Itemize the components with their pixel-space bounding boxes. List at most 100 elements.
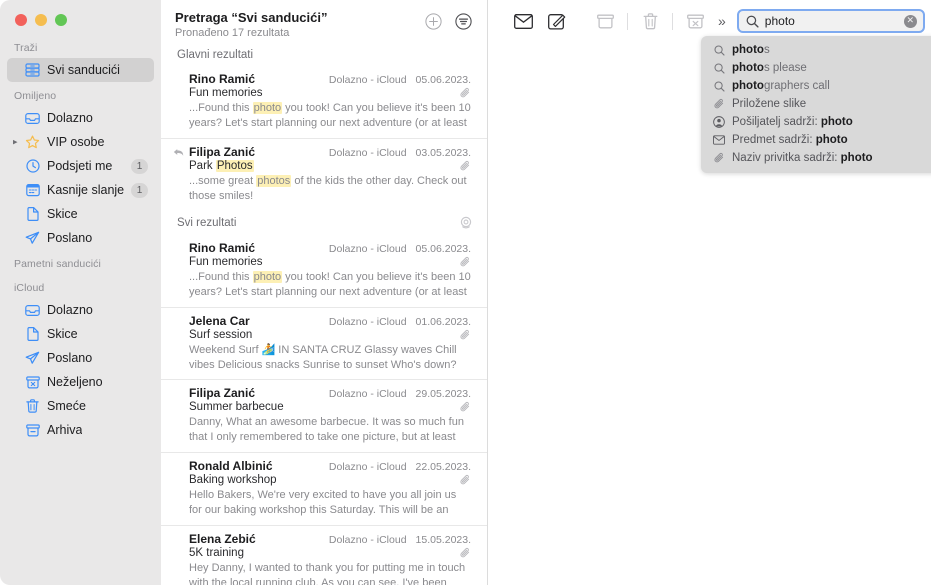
- sidebar-item-label: Smeće: [47, 399, 86, 413]
- sidebar-item-skice[interactable]: Skice: [7, 322, 154, 346]
- calendar-icon: [24, 183, 41, 198]
- message-list[interactable]: Glavni rezultati Rino Ramić Dolazno - iC…: [161, 43, 487, 585]
- message-list-item[interactable]: Ronald Albinić Dolazno - iCloud 22.05.20…: [161, 453, 487, 526]
- message-mailbox: Dolazno - iCloud: [329, 388, 407, 400]
- chevron-right-icon[interactable]: ▸: [13, 138, 18, 147]
- message-preview: ...Found this photo you took! Can you be…: [189, 270, 471, 300]
- message-subject: Park Photos: [189, 160, 456, 172]
- attachment-icon: [460, 329, 471, 341]
- sidebar-section-label: Traži: [0, 34, 161, 58]
- message-date: 01.06.2023.: [416, 316, 471, 328]
- sidebar-section-label: Omiljeno: [0, 82, 161, 106]
- attachment-icon: [460, 401, 471, 413]
- search-input[interactable]: photo ✕: [737, 9, 925, 33]
- message-sender: Filipa Zanić: [189, 145, 329, 159]
- search-suggestion-item[interactable]: Predmet sadrži: photo: [701, 131, 931, 149]
- search-suggestion-item[interactable]: photos please: [701, 59, 931, 77]
- message-preview: Hey Danny, I wanted to thank you for put…: [189, 561, 471, 585]
- trash-icon: [24, 399, 41, 414]
- toolbar-divider: [627, 13, 628, 30]
- minimize-button[interactable]: [35, 14, 47, 26]
- page-title: Pretraga “Svi sanducići”: [175, 10, 413, 26]
- message-sender: Ronald Albinić: [189, 459, 329, 473]
- search-suggestion-item[interactable]: photos: [701, 41, 931, 59]
- sidebar-item-dolazno[interactable]: Dolazno: [7, 298, 154, 322]
- search-input-value[interactable]: photo: [765, 14, 904, 28]
- sidebar-item-dolazno[interactable]: Dolazno: [7, 106, 154, 130]
- message-mailbox: Dolazno - iCloud: [329, 316, 407, 328]
- message-date: 22.05.2023.: [416, 461, 471, 473]
- search-suggestion-item[interactable]: photographers call: [701, 77, 931, 95]
- sent-icon: [24, 231, 41, 246]
- message-list-item[interactable]: Filipa Zanić Dolazno - iCloud 03.05.2023…: [161, 139, 487, 210]
- trash-icon[interactable]: [633, 8, 667, 34]
- clock-icon: [24, 159, 41, 174]
- sidebar-item-label: Dolazno: [47, 303, 93, 317]
- message-list-item[interactable]: Elena Zebić Dolazno - iCloud 15.05.2023.…: [161, 526, 487, 585]
- message-preview: Hello Bakers, We're very excited to have…: [189, 488, 471, 518]
- star-icon: [24, 135, 41, 150]
- message-group-header: Glavni rezultati: [161, 43, 487, 66]
- search-suggestion-item[interactable]: Pošiljatelj sadrži: photo: [701, 113, 931, 131]
- sidebar-item-svi-sanducići[interactable]: Svi sanducići: [7, 58, 154, 82]
- attachment-icon: [460, 160, 471, 172]
- message-subject: Surf session: [189, 329, 456, 341]
- archive-icon: [24, 423, 41, 438]
- message-subject: 5K training: [189, 547, 456, 559]
- compose-icon[interactable]: [540, 8, 574, 34]
- clear-icon[interactable]: ✕: [904, 15, 917, 28]
- archive-box-icon[interactable]: [588, 8, 622, 34]
- sidebar-item-kasnije-slanje[interactable]: Kasnije slanje1: [7, 178, 154, 202]
- sidebar-item-poslano[interactable]: Poslano: [7, 346, 154, 370]
- message-sender: Rino Ramić: [189, 241, 329, 255]
- attachment-icon: [460, 474, 471, 486]
- message-list-item[interactable]: Jelena Car Dolazno - iCloud 01.06.2023. …: [161, 308, 487, 380]
- sidebar-item-podsjeti-me[interactable]: Podsjeti me1: [7, 154, 154, 178]
- sidebar-item-label: Poslano: [47, 351, 92, 365]
- message-date: 05.06.2023.: [416, 243, 471, 255]
- add-icon[interactable]: [423, 11, 443, 31]
- search-suggestion-item[interactable]: Naziv privitka sadrži: photo: [701, 149, 931, 167]
- list-header: Pretraga “Svi sanducići” Pronađeno 17 re…: [161, 0, 487, 43]
- search-suggestion-item[interactable]: Priložene slike: [701, 95, 931, 113]
- message-sender: Jelena Car: [189, 314, 329, 328]
- envelope-icon[interactable]: [506, 8, 540, 34]
- message-preview: ...Found this photo you took! Can you be…: [189, 101, 471, 131]
- sidebar-item-vip-osobe[interactable]: ▸VIP osobe: [7, 130, 154, 154]
- search-suggestion-label: photos: [732, 44, 770, 56]
- sidebar-item-poslano[interactable]: Poslano: [7, 226, 154, 250]
- results-count: Pronađeno 17 rezultata: [175, 27, 413, 39]
- message-list-item[interactable]: Rino Ramić Dolazno - iCloud 05.06.2023. …: [161, 235, 487, 308]
- message-subject: Fun memories: [189, 87, 456, 99]
- sidebar-item-smeće[interactable]: Smeće: [7, 394, 154, 418]
- message-date: 15.05.2023.: [416, 534, 471, 546]
- mail-window: TražiSvi sanducićiOmiljenoDolazno▸VIP os…: [0, 0, 931, 585]
- sidebar-item-label: Kasnije slanje: [47, 183, 124, 197]
- search-suggestion-label: photos please: [732, 62, 807, 74]
- message-sender: Filipa Zanić: [189, 386, 329, 400]
- attachment-icon: [712, 152, 726, 164]
- search-suggestions-menu[interactable]: photos photos please photographers callPri…: [701, 36, 931, 173]
- attachment-icon: [712, 98, 726, 110]
- junk-icon: [24, 375, 41, 390]
- sidebar-item-label: Neželjeno: [47, 375, 103, 389]
- zoom-button[interactable]: [55, 14, 67, 26]
- sidebar-item-label: Svi sanducići: [47, 63, 120, 77]
- message-list-item[interactable]: Rino Ramić Dolazno - iCloud 05.06.2023. …: [161, 66, 487, 139]
- message-subject: Fun memories: [189, 256, 456, 268]
- message-preview: ...some great photos of the kids the oth…: [189, 174, 471, 203]
- sidebar-item-skice[interactable]: Skice: [7, 202, 154, 226]
- junk-box-icon[interactable]: [678, 8, 712, 34]
- toolbar-overflow-button[interactable]: »: [712, 13, 731, 29]
- filter-icon[interactable]: [453, 11, 473, 31]
- message-list-item[interactable]: Filipa Zanić Dolazno - iCloud 29.05.2023…: [161, 380, 487, 453]
- inbox-icon: [24, 303, 41, 318]
- search-scope-icon[interactable]: [459, 216, 473, 230]
- search-icon: [712, 45, 726, 56]
- sidebar-item-arhiva[interactable]: Arhiva: [7, 418, 154, 442]
- close-button[interactable]: [15, 14, 27, 26]
- sidebar-item-neželjeno[interactable]: Neželjeno: [7, 370, 154, 394]
- message-mailbox: Dolazno - iCloud: [329, 534, 407, 546]
- drafts-icon: [24, 327, 41, 342]
- all-mailboxes-icon: [24, 63, 41, 78]
